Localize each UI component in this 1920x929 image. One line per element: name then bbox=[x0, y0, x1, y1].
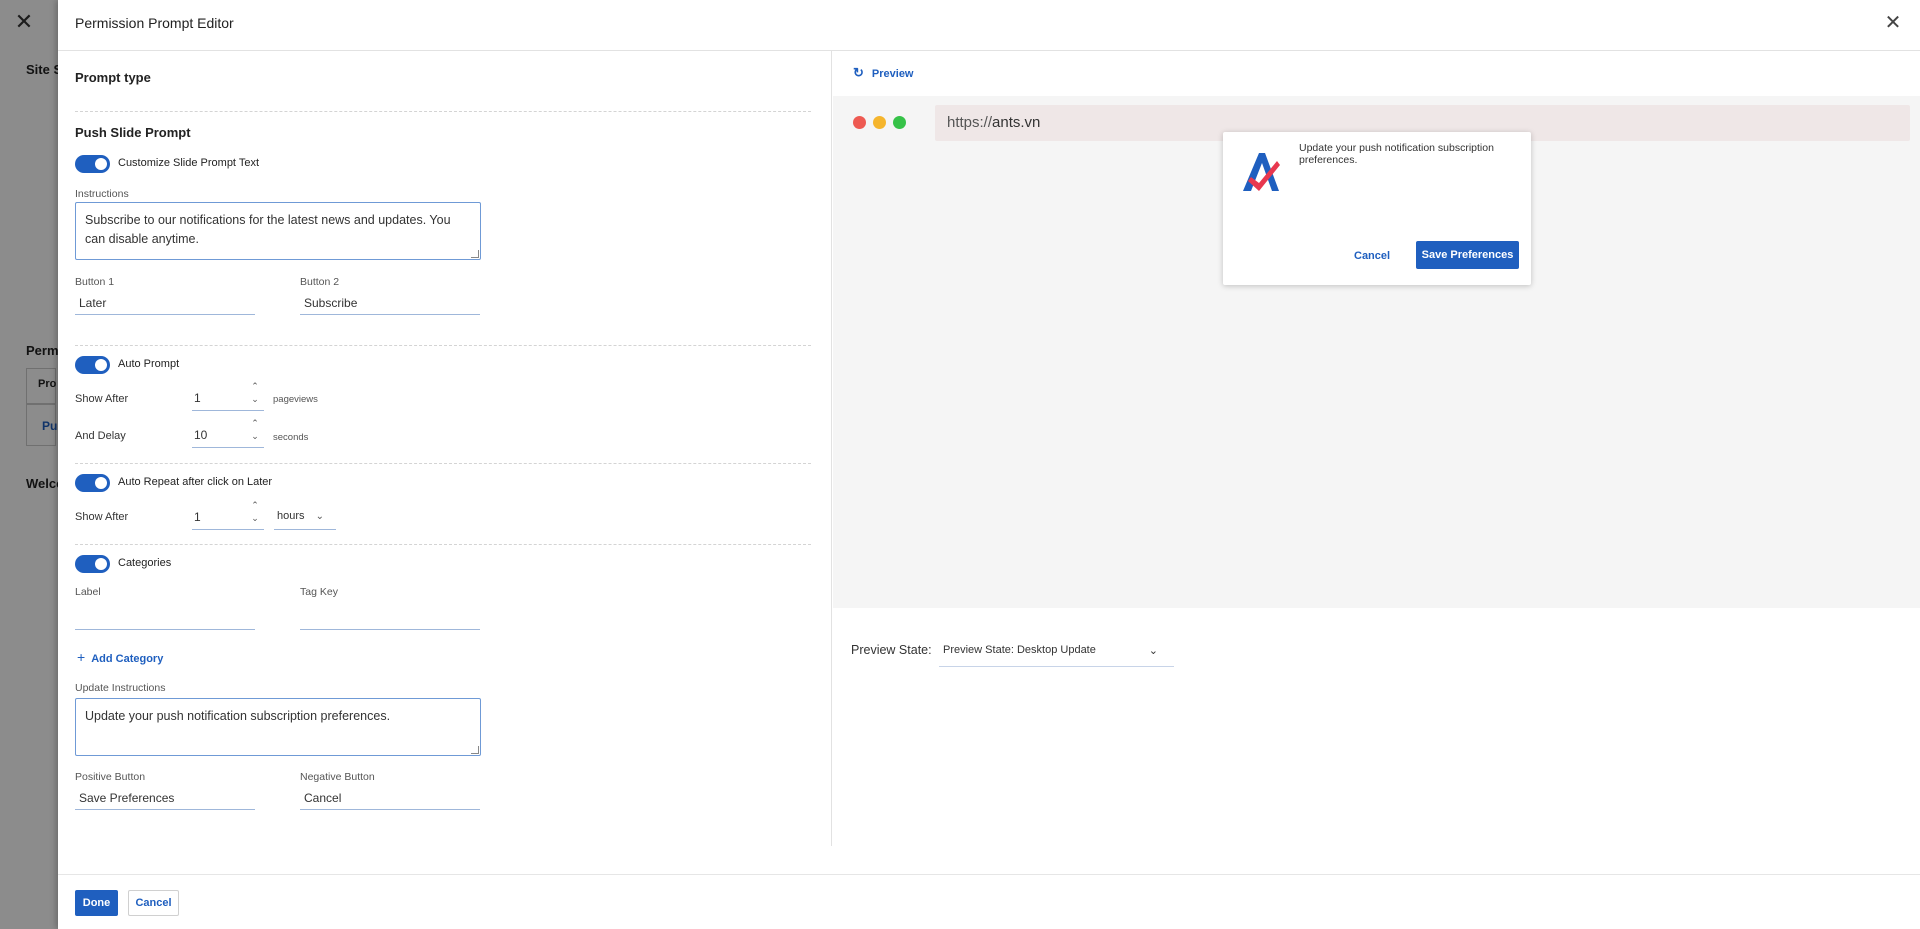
preview-state-select[interactable]: Preview State: Desktop Update ⌄ bbox=[939, 635, 1174, 667]
plus-icon: + bbox=[77, 649, 86, 665]
show-after-stepper[interactable]: 1 ⌃ ⌄ bbox=[192, 381, 264, 411]
tag-key-input[interactable] bbox=[300, 606, 480, 630]
close-icon[interactable]: ✕ bbox=[1882, 12, 1904, 34]
repeat-unit-select[interactable]: hours ⌄ bbox=[274, 506, 336, 530]
divider bbox=[75, 544, 811, 545]
refresh-icon: ↻ bbox=[853, 65, 864, 80]
url-scheme: https:// bbox=[947, 114, 993, 131]
button2-input[interactable] bbox=[300, 291, 480, 315]
chevron-up-icon[interactable]: ⌃ bbox=[250, 381, 260, 391]
push-slide-prompt-title: Push Slide Prompt bbox=[75, 125, 191, 140]
category-label-label: Label bbox=[75, 586, 101, 598]
button1-input[interactable] bbox=[75, 291, 255, 315]
positive-button-input[interactable] bbox=[75, 786, 255, 810]
positive-button-label: Positive Button bbox=[75, 771, 146, 783]
repeat-show-after-stepper[interactable]: 1 ⌃ ⌄ bbox=[192, 500, 264, 530]
editor-form-panel: Prompt type Push Slide Prompt Customize … bbox=[58, 51, 832, 846]
auto-prompt-label: Auto Prompt bbox=[118, 358, 180, 370]
prompt-save-button[interactable]: Save Preferences bbox=[1416, 241, 1519, 269]
auto-prompt-toggle[interactable] bbox=[75, 356, 110, 374]
resize-handle-icon[interactable] bbox=[471, 746, 479, 754]
ants-logo-icon bbox=[1243, 153, 1280, 191]
pageviews-unit: pageviews bbox=[273, 394, 318, 405]
customize-text-label: Customize Slide Prompt Text bbox=[118, 157, 260, 169]
delay-label: And Delay bbox=[75, 430, 126, 442]
preview-panel: ↻ Preview https://ants.vn Update your pus… bbox=[833, 51, 1920, 846]
chevron-up-icon[interactable]: ⌃ bbox=[250, 418, 260, 428]
divider bbox=[75, 111, 811, 112]
divider bbox=[75, 463, 811, 464]
delay-value: 10 bbox=[194, 428, 208, 442]
prompt-cancel-button[interactable]: Cancel bbox=[1354, 250, 1390, 262]
slide-prompt-preview: Update your push notification subscripti… bbox=[1223, 132, 1531, 285]
resize-handle-icon[interactable] bbox=[471, 250, 479, 258]
chevron-down-icon[interactable]: ⌄ bbox=[250, 394, 260, 404]
negative-button-input[interactable] bbox=[300, 786, 480, 810]
cancel-button[interactable]: Cancel bbox=[128, 890, 179, 916]
delay-stepper[interactable]: 10 ⌃ ⌄ bbox=[192, 418, 264, 448]
seconds-unit: seconds bbox=[273, 432, 309, 443]
negative-button-label: Negative Button bbox=[300, 771, 375, 783]
update-instructions-text: Update your push notification subscripti… bbox=[85, 709, 391, 723]
chevron-down-icon: ⌄ bbox=[1148, 645, 1158, 657]
category-label-input[interactable] bbox=[75, 606, 255, 630]
maximize-dot-icon bbox=[893, 116, 906, 129]
auto-repeat-label: Auto Repeat after click on Later bbox=[118, 476, 273, 488]
minimize-dot-icon bbox=[873, 116, 886, 129]
done-button[interactable]: Done bbox=[75, 890, 118, 916]
categories-label: Categories bbox=[118, 557, 172, 569]
chevron-up-icon[interactable]: ⌃ bbox=[250, 500, 260, 510]
instructions-text: Subscribe to our notifications for the l… bbox=[85, 213, 451, 246]
customize-text-toggle[interactable] bbox=[75, 155, 110, 173]
browser-mockup: https://ants.vn Update your push notific… bbox=[833, 96, 1920, 608]
repeat-show-after-value: 1 bbox=[194, 510, 201, 524]
auto-repeat-toggle[interactable] bbox=[75, 474, 110, 492]
close-dot-icon bbox=[853, 116, 866, 129]
chevron-down-icon: ⌄ bbox=[315, 511, 324, 522]
show-after-label: Show After bbox=[75, 393, 129, 405]
instructions-label: Instructions bbox=[75, 188, 129, 200]
categories-toggle[interactable] bbox=[75, 555, 110, 573]
prompt-type-title: Prompt type bbox=[75, 70, 151, 85]
preview-state-value: Preview State: Desktop Update bbox=[943, 644, 1096, 656]
drawer-title: Permission Prompt Editor bbox=[75, 15, 234, 31]
permission-prompt-editor-drawer: Permission Prompt Editor ✕ Prompt type P… bbox=[58, 0, 1920, 929]
drawer-footer: Done Cancel bbox=[58, 874, 1920, 929]
chevron-down-icon[interactable]: ⌄ bbox=[250, 513, 260, 523]
show-after-value: 1 bbox=[194, 391, 201, 405]
preview-state-label: Preview State: bbox=[851, 643, 932, 657]
modal-overlay[interactable] bbox=[0, 0, 58, 929]
url-host: ants.vn bbox=[992, 114, 1041, 131]
prompt-message: Update your push notification subscripti… bbox=[1299, 142, 1494, 166]
preview-label: Preview bbox=[871, 68, 914, 80]
chevron-down-icon[interactable]: ⌄ bbox=[250, 431, 260, 441]
url-text: https://ants.vn bbox=[947, 114, 1040, 131]
instructions-textarea[interactable]: Subscribe to our notifications for the l… bbox=[75, 202, 481, 260]
repeat-unit-value: hours bbox=[277, 510, 305, 522]
update-instructions-label: Update Instructions bbox=[75, 682, 166, 694]
button2-label: Button 2 bbox=[300, 276, 340, 288]
preview-button[interactable]: ↻ Preview bbox=[853, 65, 914, 81]
divider bbox=[75, 345, 811, 346]
drawer-header: Permission Prompt Editor ✕ bbox=[58, 0, 1920, 51]
add-category-label: Add Category bbox=[91, 653, 164, 665]
tag-key-label: Tag Key bbox=[300, 586, 338, 598]
window-controls bbox=[853, 116, 913, 134]
update-instructions-textarea[interactable]: Update your push notification subscripti… bbox=[75, 698, 481, 756]
repeat-show-after-label: Show After bbox=[75, 511, 129, 523]
button1-label: Button 1 bbox=[75, 276, 115, 288]
add-category-button[interactable]: + Add Category bbox=[77, 649, 163, 665]
